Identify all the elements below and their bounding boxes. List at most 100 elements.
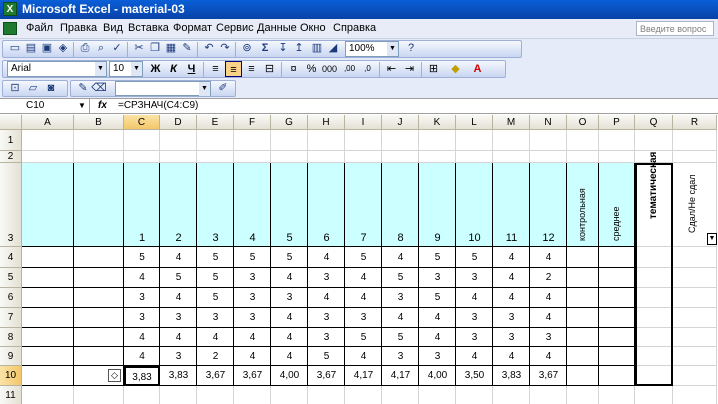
menu-edit[interactable]: Правка [60, 22, 97, 34]
menu-data[interactable]: Данные [257, 22, 297, 34]
score-cell[interactable]: 3 [234, 268, 271, 288]
fx-icon[interactable]: fx [98, 99, 107, 113]
align-right-icon[interactable]: ≡ [243, 61, 260, 77]
score-cell[interactable]: 4 [345, 288, 382, 308]
pass-result[interactable] [675, 247, 718, 268]
column-header-h[interactable]: H [308, 115, 345, 130]
row-header-9[interactable]: 9 [0, 347, 22, 366]
thematic-mark[interactable] [635, 328, 673, 347]
grid-cell[interactable] [382, 151, 419, 163]
sheet-title[interactable] [88, 130, 418, 151]
score-cell[interactable]: 3 [382, 347, 419, 366]
grid-cell[interactable] [456, 386, 493, 404]
score-cell[interactable]: 3 [456, 308, 493, 328]
score-cell[interactable]: 4 [234, 328, 271, 347]
workbook-icon[interactable] [3, 22, 17, 35]
average-cell[interactable]: 4,17 [345, 366, 382, 386]
row-header-8[interactable]: 8 [0, 328, 22, 347]
score-cell[interactable]: 3 [124, 308, 160, 328]
grid-cell[interactable] [22, 130, 74, 151]
row-header-5[interactable]: 5 [0, 268, 22, 288]
autosum-icon[interactable]: Σ [257, 41, 273, 56]
score-cell[interactable]: 3 [308, 308, 345, 328]
select-all-corner[interactable] [0, 115, 22, 130]
column-header-a[interactable]: A [22, 115, 74, 130]
borders-icon[interactable]: ⊞ [425, 61, 442, 77]
score-cell[interactable]: 2 [197, 347, 234, 366]
grid-cell[interactable] [599, 151, 635, 163]
redo-icon[interactable]: ↷ [217, 41, 233, 56]
grid-cell[interactable] [271, 386, 308, 404]
grid-cell[interactable] [197, 151, 234, 163]
excel-app-icon[interactable]: X [3, 2, 17, 16]
chart-wizard-icon[interactable]: ▥ [309, 41, 325, 56]
filter-dropdown-icon[interactable]: ▼ [707, 233, 717, 245]
score-cell[interactable]: 4 [345, 347, 382, 366]
score-cell[interactable]: 4 [271, 328, 308, 347]
grid-cell[interactable] [124, 386, 160, 404]
grid-cell[interactable] [308, 386, 345, 404]
grid-cell[interactable] [493, 151, 530, 163]
average-cell[interactable]: 3,83 [160, 366, 197, 386]
thematic-mark[interactable] [635, 247, 673, 268]
score-cell[interactable]: 4 [234, 347, 271, 366]
column-header-e[interactable]: E [197, 115, 234, 130]
score-cell[interactable]: 4 [493, 247, 530, 268]
zoom-combo[interactable]: 100% ▼ [345, 41, 399, 57]
chevron-down-icon[interactable]: ▼ [199, 82, 210, 96]
score-cell[interactable]: 4 [493, 268, 530, 288]
undo-icon[interactable]: ↶ [201, 41, 217, 56]
average-pass-result[interactable] [675, 366, 718, 386]
formula-input[interactable]: =СРЗНАЧ(C4:C9) [118, 99, 198, 113]
decrease-decimal-icon[interactable]: ,0 [359, 61, 376, 77]
control-score[interactable] [567, 308, 599, 328]
font-name-combo[interactable]: Arial ▼ [7, 61, 107, 77]
grid-cell[interactable] [382, 386, 419, 404]
grid-cell[interactable] [673, 130, 717, 151]
eraser-border-icon[interactable]: ⌫ [91, 81, 107, 96]
score-cell[interactable]: 5 [124, 247, 160, 268]
row-header-10[interactable]: 10 [0, 366, 22, 386]
score-cell[interactable]: 5 [382, 328, 419, 347]
column-header-o[interactable]: O [567, 115, 599, 130]
average-cell[interactable]: 4,00 [271, 366, 308, 386]
average-cell[interactable]: 3,83 [493, 366, 530, 386]
score-cell[interactable]: 3 [160, 347, 197, 366]
open-icon[interactable]: ▤ [23, 41, 39, 56]
grid-cell[interactable] [74, 151, 124, 163]
spelling-icon[interactable]: ✓ [109, 41, 125, 56]
student-surname[interactable] [24, 347, 76, 366]
line-style-combo[interactable]: ▼ [115, 81, 211, 96]
row-header-3[interactable]: 3 [0, 163, 22, 247]
average-cell[interactable]: 3,67 [308, 366, 345, 386]
fill-color-icon[interactable]: ◆ [447, 61, 464, 77]
grid-cell[interactable] [308, 151, 345, 163]
column-header-n[interactable]: N [530, 115, 567, 130]
align-center-icon[interactable]: ≡ [225, 61, 242, 77]
score-cell[interactable]: 4 [160, 247, 197, 268]
font-size-combo[interactable]: 10 ▼ [109, 61, 143, 77]
grid-cell[interactable] [197, 386, 234, 404]
score-cell[interactable]: 3 [308, 268, 345, 288]
student-surname[interactable] [24, 308, 76, 328]
grid-cell[interactable] [567, 386, 599, 404]
average-average[interactable] [599, 366, 635, 386]
score-cell[interactable]: 5 [345, 328, 382, 347]
score-cell[interactable]: 4 [493, 347, 530, 366]
average-label[interactable] [22, 366, 106, 386]
column-header-k[interactable]: K [419, 115, 456, 130]
grid-cell[interactable] [22, 151, 74, 163]
camera-icon[interactable]: ◙ [43, 81, 59, 96]
score-cell[interactable]: 4 [456, 288, 493, 308]
score-cell[interactable]: 5 [382, 268, 419, 288]
column-header-r[interactable]: R [673, 115, 717, 130]
cut-icon[interactable]: ✂ [131, 41, 147, 56]
grid-cell[interactable] [22, 386, 74, 404]
grid-cell[interactable] [530, 151, 567, 163]
grid-cell[interactable] [345, 386, 382, 404]
grid-cell[interactable] [345, 151, 382, 163]
score-cell[interactable]: 3 [197, 308, 234, 328]
grid-cell[interactable] [234, 151, 271, 163]
average-score[interactable] [599, 268, 635, 288]
score-cell[interactable]: 3 [345, 308, 382, 328]
